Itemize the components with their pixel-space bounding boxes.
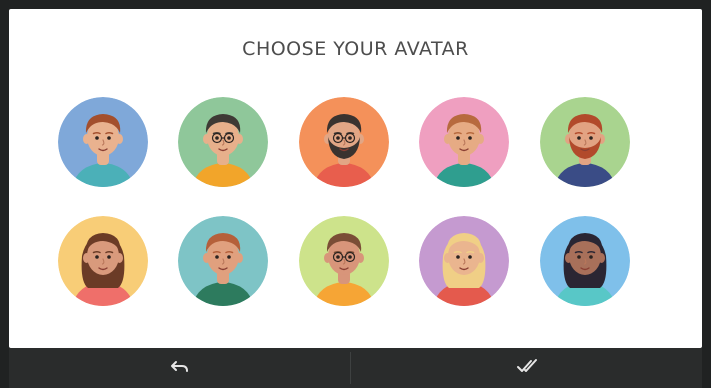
back-button[interactable] xyxy=(9,348,350,388)
avatar-option-5[interactable] xyxy=(540,97,630,187)
avatar-option-1[interactable] xyxy=(58,97,148,187)
confirm-button[interactable] xyxy=(351,348,702,388)
bottom-toolbar xyxy=(9,348,702,388)
avatar-option-9[interactable] xyxy=(419,216,509,306)
avatar-illustration xyxy=(540,97,630,187)
avatar-illustration xyxy=(419,97,509,187)
avatar-illustration xyxy=(540,216,630,306)
undo-arrow-icon xyxy=(170,359,190,378)
avatar-grid xyxy=(9,9,702,348)
avatar-option-7[interactable] xyxy=(178,216,268,306)
avatar-illustration xyxy=(178,216,268,306)
avatar-option-2[interactable] xyxy=(178,97,268,187)
avatar-illustration xyxy=(299,216,389,306)
avatar-option-10[interactable] xyxy=(540,216,630,306)
avatar-option-6[interactable] xyxy=(58,216,148,306)
avatar-illustration xyxy=(58,97,148,187)
avatar-option-3[interactable] xyxy=(299,97,389,187)
avatar-illustration xyxy=(178,97,268,187)
avatar-option-4[interactable] xyxy=(419,97,509,187)
avatar-illustration xyxy=(419,216,509,306)
avatar-panel: CHOOSE YOUR AVATAR xyxy=(9,9,702,348)
avatar-option-8[interactable] xyxy=(299,216,389,306)
window-frame: CHOOSE YOUR AVATAR xyxy=(0,0,711,388)
avatar-illustration xyxy=(299,97,389,187)
avatar-illustration xyxy=(58,216,148,306)
double-check-icon xyxy=(516,358,538,378)
